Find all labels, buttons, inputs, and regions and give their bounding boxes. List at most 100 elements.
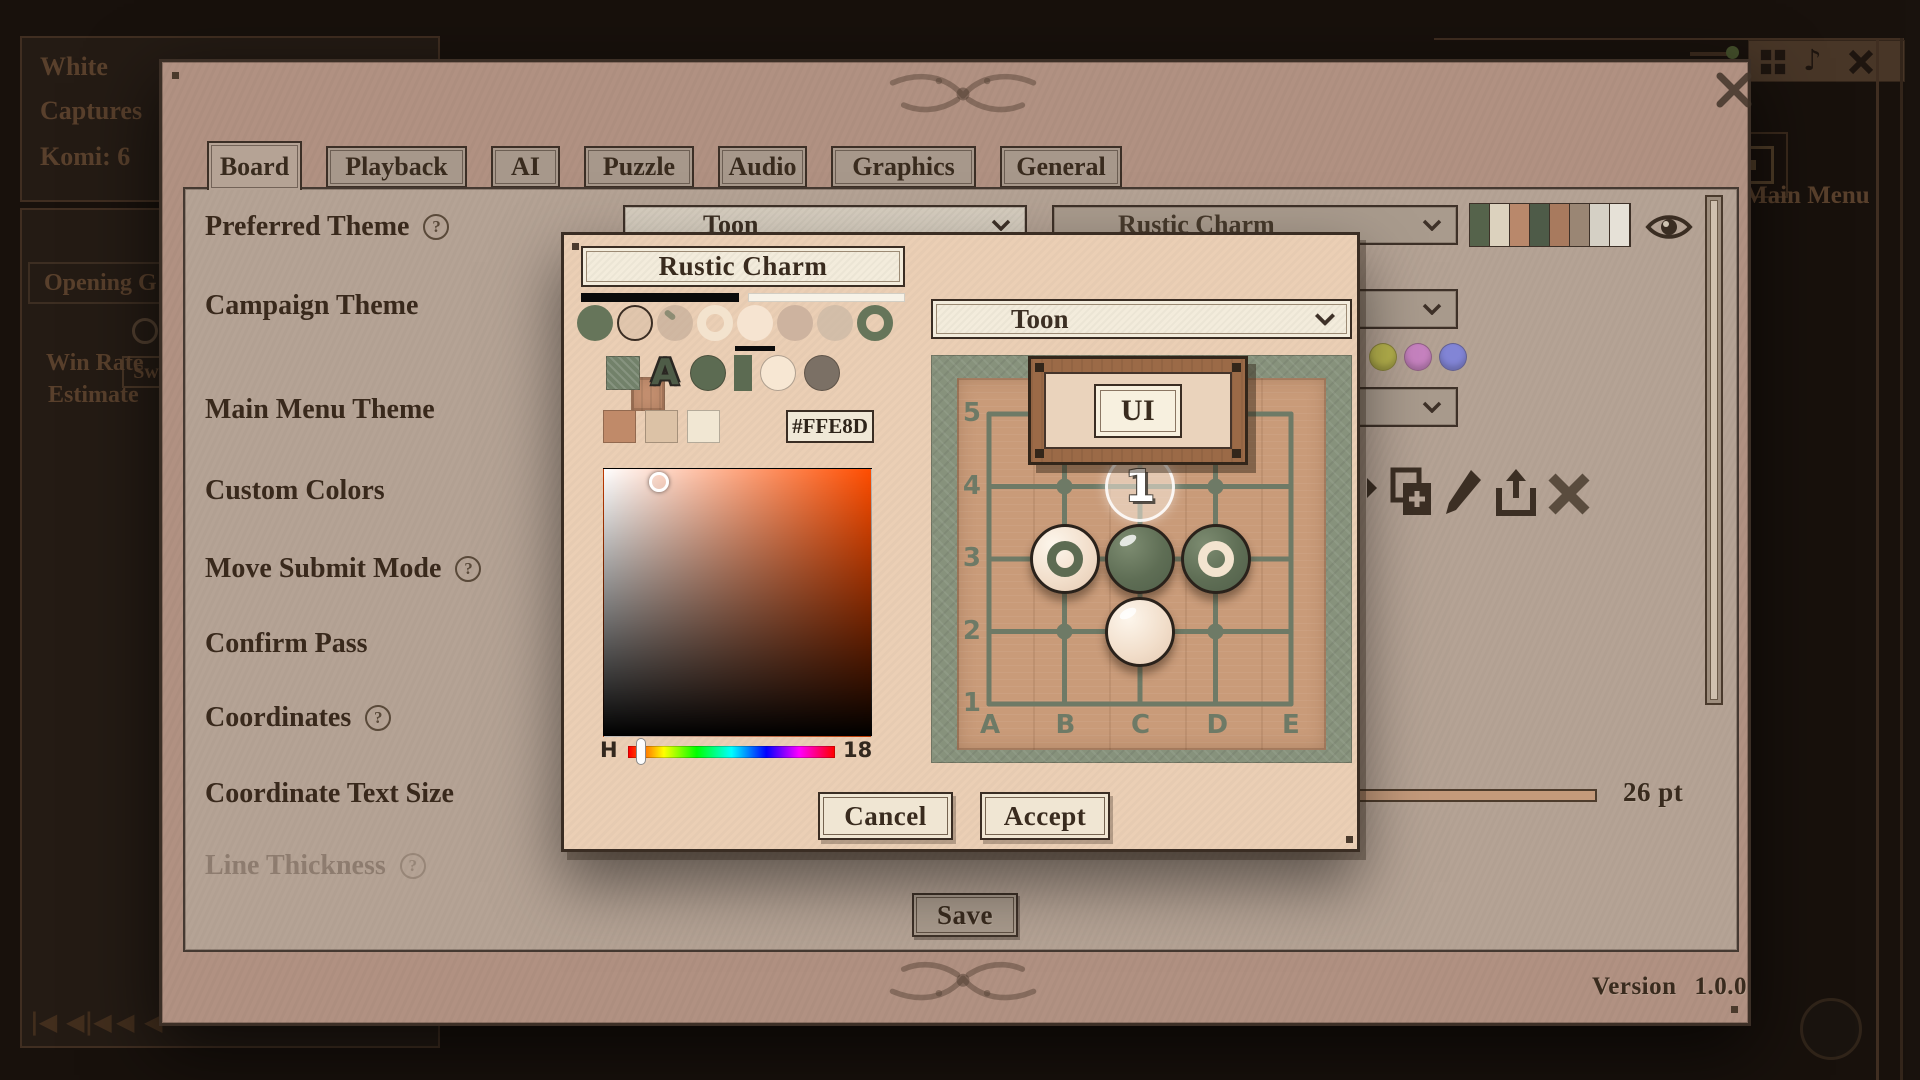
save-button[interactable]: Save (912, 893, 1018, 937)
chevron-down-icon (991, 219, 1011, 231)
cancel-button[interactable]: Cancel (818, 792, 953, 840)
tab-playback[interactable]: Playback (326, 146, 467, 188)
element-style-swatch[interactable]: A (648, 355, 682, 391)
preview-theme-select[interactable]: Toon (931, 299, 1352, 339)
setting-label-campaign-theme: Campaign Theme (205, 288, 418, 324)
ornament-top (861, 68, 1065, 116)
highlight-color-swatch[interactable] (748, 293, 905, 302)
row-coordinate: 1 (959, 688, 981, 718)
setting-label-preferred-theme: Preferred Theme? (205, 209, 449, 245)
setting-label-coordinates: Coordinates? (205, 700, 391, 736)
tab-ai[interactable]: AI (491, 146, 560, 188)
line-color-swatch[interactable] (581, 293, 739, 302)
setting-label-custom-colors: Custom Colors (205, 473, 385, 509)
palette-swatch (1570, 204, 1590, 246)
preview-theme-value: Toon (1011, 304, 1069, 335)
palette-swatch (1610, 204, 1630, 246)
preview-stone-C3 (1105, 524, 1175, 594)
campaign-color-dot[interactable] (1439, 343, 1467, 371)
color-swatch[interactable] (603, 410, 636, 443)
accept-button[interactable]: Accept (980, 792, 1110, 840)
row-coordinate: 4 (959, 471, 981, 501)
eye-icon[interactable] (1645, 209, 1693, 245)
coordinate-size-value: 26 pt (1623, 777, 1683, 808)
stone-style-swatch[interactable] (737, 305, 773, 341)
hue-slider[interactable] (628, 746, 835, 758)
element-style-swatch[interactable] (690, 355, 726, 391)
theme-editor-dialog: Rustic Charm A #FFE8D H 18 Toon 54321ABC… (561, 232, 1360, 852)
scrollbar-thumb[interactable] (1710, 200, 1718, 700)
hex-input[interactable]: #FFE8D (786, 410, 874, 443)
preview-stone-D3 (1181, 524, 1251, 594)
preview-stone-C2 (1105, 597, 1175, 667)
help-icon[interactable]: ? (423, 214, 449, 240)
stone-style-swatch[interactable] (617, 305, 653, 341)
sv-cursor[interactable] (649, 472, 669, 492)
export-icon[interactable] (1493, 465, 1539, 519)
color-swatch[interactable] (687, 410, 720, 443)
campaign-color-dot[interactable] (1404, 343, 1432, 371)
stone-style-swatch[interactable] (777, 305, 813, 341)
row-coordinate: 5 (959, 398, 981, 428)
setting-label-move-submit-mode: Move Submit Mode? (205, 551, 481, 587)
edit-pencil-icon[interactable] (1443, 465, 1483, 519)
ui-preview-label: UI (1094, 384, 1182, 438)
palette-strip (1469, 203, 1631, 247)
chevron-down-icon (1422, 219, 1442, 231)
help-icon[interactable]: ? (365, 705, 391, 731)
element-style-swatch[interactable] (760, 355, 796, 391)
col-coordinate: B (1056, 710, 1076, 740)
stone-style-swatch[interactable] (817, 305, 853, 341)
ornament-bottom (861, 958, 1065, 1006)
close-icon[interactable] (1714, 72, 1754, 108)
saturation-value-picker[interactable] (603, 468, 872, 737)
stone-style-swatch[interactable] (857, 305, 893, 341)
version-label: Version (1592, 973, 1677, 1001)
element-style-swatch[interactable] (804, 355, 840, 391)
palette-swatch (1530, 204, 1550, 246)
col-coordinate: E (1282, 710, 1300, 740)
tab-graphics[interactable]: Graphics (831, 146, 976, 188)
setting-label-confirm-pass: Confirm Pass (205, 626, 368, 662)
theme-name-input[interactable]: Rustic Charm (581, 246, 905, 287)
element-style-swatch[interactable] (734, 355, 752, 391)
ui-preview-panel: UI (1028, 356, 1248, 465)
chevron-down-icon (1314, 313, 1336, 326)
col-coordinate: C (1131, 710, 1150, 740)
stone-style-swatch[interactable] (657, 305, 693, 341)
tab-audio[interactable]: Audio (718, 146, 807, 188)
setting-label-coordinate-text-size: Coordinate Text Size (205, 776, 454, 812)
tab-puzzle[interactable]: Puzzle (584, 146, 694, 188)
chevron-down-icon (1422, 303, 1442, 315)
delete-x-icon[interactable] (1547, 467, 1591, 521)
screen: White Captures Komi: 6 Opening G Sw Win … (0, 0, 1920, 1080)
stone-style-swatch[interactable] (697, 305, 733, 341)
ui-preview-inner: UI (1044, 372, 1232, 449)
setting-label-line-thickness: Line Thickness? (205, 848, 426, 884)
palette-swatch (1550, 204, 1570, 246)
color-swatch-row (603, 410, 720, 443)
stone-style-swatch[interactable] (577, 305, 613, 341)
tab-general[interactable]: General (1000, 146, 1122, 188)
hex-value: #FFE8D (792, 414, 868, 439)
palette-swatch (1490, 204, 1510, 246)
stone-swatch-row (577, 305, 893, 341)
palette-swatch (1510, 204, 1530, 246)
element-swatch-row: A (606, 355, 840, 391)
duplicate-icon[interactable] (1388, 465, 1434, 519)
col-coordinate: D (1207, 710, 1229, 740)
hue-value: 18 (843, 738, 872, 762)
help-icon[interactable]: ? (400, 853, 426, 879)
theme-name-value: Rustic Charm (659, 251, 828, 282)
hue-handle[interactable] (636, 738, 646, 765)
settings-scrollbar[interactable] (1705, 195, 1723, 705)
col-coordinate: A (980, 710, 1000, 740)
color-swatch[interactable] (645, 410, 678, 443)
tab-board[interactable]: Board (207, 141, 302, 190)
hue-label: H (600, 738, 618, 762)
element-style-swatch[interactable] (606, 356, 640, 390)
palette-swatch (1590, 204, 1610, 246)
row-coordinate: 2 (959, 616, 981, 646)
help-icon[interactable]: ? (455, 556, 481, 582)
campaign-color-dot[interactable] (1369, 343, 1397, 371)
